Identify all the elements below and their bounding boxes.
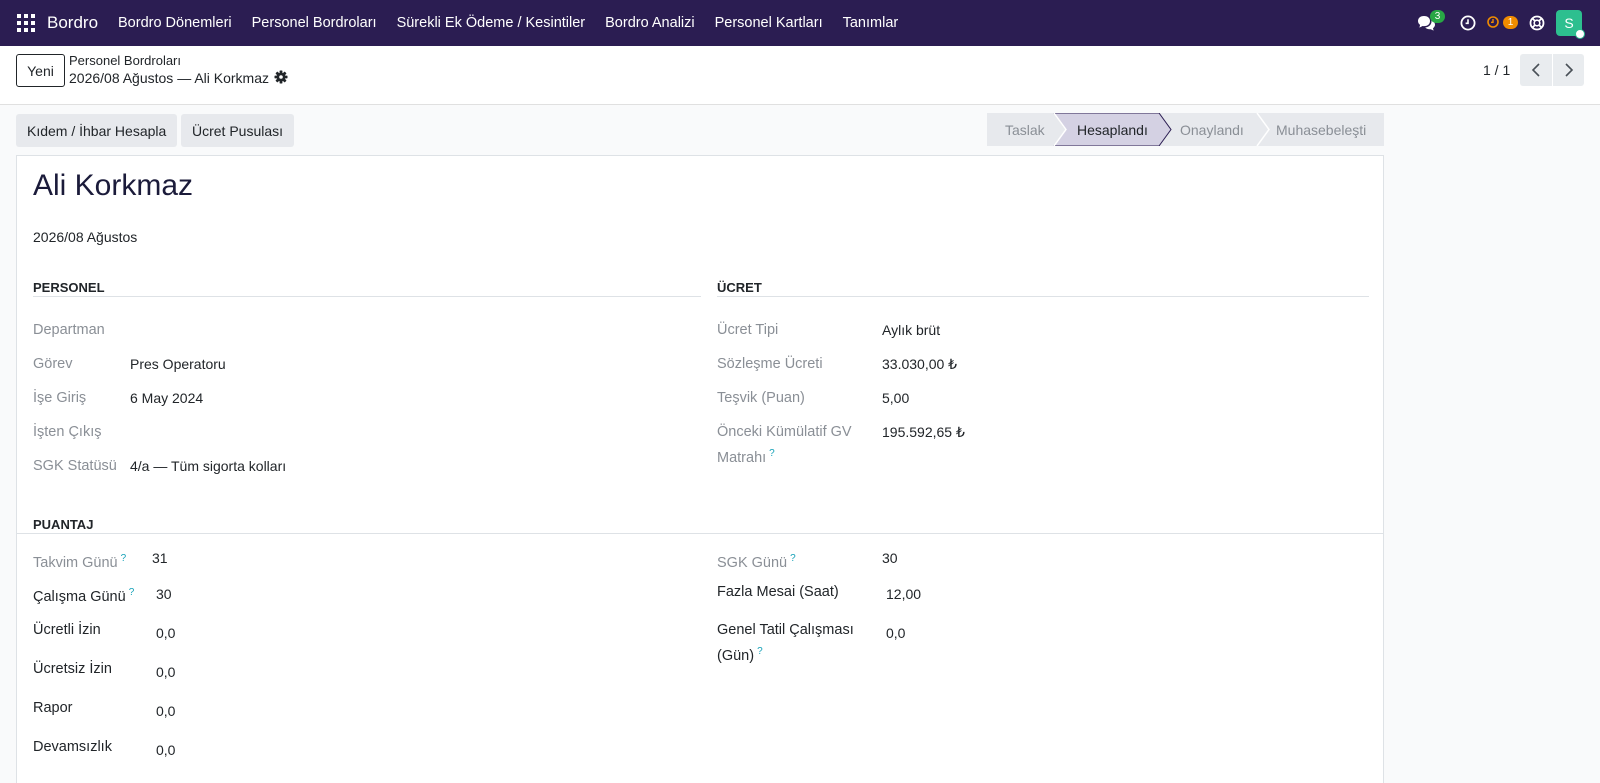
field-value-ucret-tipi[interactable]: Aylık brüt: [882, 320, 940, 341]
help-tooltip-icon[interactable]: ?: [129, 587, 135, 598]
field-label-rapor: Rapor: [33, 700, 73, 716]
field-label-fazla-mesai: Fazla Mesai (Saat): [717, 584, 839, 600]
field-label-text: SGK Günü: [717, 554, 788, 571]
field-label-ucret-tipi: Ücret Tipi: [717, 322, 779, 338]
field-value-takvim-gunu[interactable]: 31: [152, 548, 168, 569]
field-label-sgk-gunu: SGK Günü?: [717, 548, 796, 574]
status-bar: Taslak Hesaplandı Onaylandı Muhasebeleşt…: [987, 113, 1384, 146]
lifebuoy-icon: [1529, 15, 1545, 31]
stage-calculated[interactable]: Hesaplandı: [1077, 113, 1148, 146]
field-label-takvim-gunu: Takvim Günü?: [33, 548, 126, 574]
help-tooltip-icon[interactable]: ?: [757, 646, 763, 657]
gear-icon[interactable]: [274, 70, 288, 84]
avatar-letter: S: [1564, 15, 1574, 31]
menu-item-tanimlar[interactable]: Tanımlar: [833, 15, 909, 31]
field-input-ucretli-izin[interactable]: 0,0: [156, 623, 175, 644]
activities-count-badge: 1: [1503, 16, 1518, 29]
messages-count-badge: 3: [1430, 10, 1445, 23]
field-label-ucretli-izin: Ücretli İzin: [33, 622, 101, 638]
field-label-departman: Departman: [33, 322, 105, 338]
field-label-line2: Matrahı: [717, 449, 767, 466]
breadcrumb-current: 2026/08 Ağustos — Ali Korkmaz: [69, 70, 269, 86]
field-label-line1: Önceki Kümülatif GV: [717, 424, 852, 440]
field-label-text: Takvim Günü: [33, 554, 118, 571]
payslip-button[interactable]: Ücret Pusulası: [181, 114, 295, 147]
stage-posted[interactable]: Muhasebeleşti: [1276, 113, 1366, 146]
field-label-line1: Genel Tatil Çalışması: [717, 622, 854, 638]
activity-icon: [1487, 16, 1499, 28]
section-title-puantaj: PUANTAJ: [33, 517, 94, 532]
field-value-ise-giris[interactable]: 6 May 2024: [130, 388, 203, 409]
field-label-gorev: Görev: [33, 356, 73, 372]
field-label-ise-giris: İşe Giriş: [33, 390, 87, 406]
field-input-ucretsiz-izin[interactable]: 0,0: [156, 662, 175, 683]
field-label-isten-cikis: İşten Çıkış: [33, 424, 102, 440]
user-avatar[interactable]: S: [1556, 10, 1585, 39]
field-input-calisma-gunu[interactable]: 30: [156, 584, 172, 605]
field-value-sgk-statusu[interactable]: 4/a — Tüm sigorta kolları: [130, 456, 286, 477]
support-button[interactable]: [1527, 0, 1547, 46]
field-label-line2: (Gün): [717, 647, 755, 664]
field-label-sozlesme-ucreti: Sözleşme Ücreti: [717, 356, 823, 372]
chevron-left-icon: [1531, 63, 1540, 77]
clock-button[interactable]: [1458, 0, 1478, 46]
pager-value[interactable]: 1 / 1: [1483, 62, 1510, 78]
pager-next-button[interactable]: [1552, 54, 1584, 86]
new-button[interactable]: Yeni: [16, 54, 65, 87]
messages-button[interactable]: 3: [1412, 0, 1445, 46]
field-value-tesvik-puan[interactable]: 5,00: [882, 388, 909, 409]
pager-previous-button[interactable]: [1520, 54, 1552, 86]
user-status-icon: [1575, 29, 1585, 39]
stage-approved[interactable]: Onaylandı: [1180, 113, 1244, 146]
field-input-rapor[interactable]: 0,0: [156, 701, 175, 722]
clock-icon: [1460, 15, 1476, 31]
field-input-genel-tatil[interactable]: 0,0: [886, 623, 905, 644]
field-value-gorev[interactable]: Pres Operatoru: [130, 354, 226, 375]
field-label-text: Çalışma Günü: [33, 588, 126, 605]
breadcrumb-parent[interactable]: Personel Bordroları: [69, 53, 181, 68]
section-divider: [17, 533, 1383, 534]
help-tooltip-icon[interactable]: ?: [790, 553, 796, 564]
section-title-ucret: ÜCRET: [717, 280, 762, 295]
section-divider: [717, 296, 1369, 297]
form-sheet: Ali Korkmaz 2026/08 Ağustos PERSONEL Dep…: [16, 155, 1384, 783]
field-value-onceki-kumulatif-gv[interactable]: 195.592,65 ₺: [882, 422, 965, 443]
field-label-sgk-statusu: SGK Statüsü: [33, 458, 117, 474]
section-divider: [33, 296, 701, 297]
help-tooltip-icon[interactable]: ?: [121, 553, 127, 564]
field-label-ucretsiz-izin: Ücretsiz İzin: [33, 661, 112, 677]
activities-button[interactable]: 1: [1485, 0, 1521, 46]
section-title-personel: PERSONEL: [33, 280, 105, 295]
employee-name[interactable]: Ali Korkmaz: [33, 169, 193, 203]
field-input-fazla-mesai[interactable]: 12,00: [886, 584, 921, 605]
help-tooltip-icon[interactable]: ?: [769, 448, 775, 459]
stage-draft[interactable]: Taslak: [1005, 113, 1045, 146]
field-label-onceki-kumulatif-gv: Önceki Kümülatif GV Matrahı?: [717, 422, 852, 469]
menu-item-bordro-donemleri[interactable]: Bordro Dönemleri: [108, 15, 242, 31]
menu-item-surekli-ek-odeme[interactable]: Sürekli Ek Ödeme / Kesintiler: [387, 15, 596, 31]
field-value-sozlesme-ucreti[interactable]: 33.030,00 ₺: [882, 354, 957, 375]
payroll-period[interactable]: 2026/08 Ağustos: [33, 229, 137, 245]
menu-item-personel-bordrolari[interactable]: Personel Bordroları: [242, 15, 387, 31]
control-panel: Yeni Personel Bordroları 2026/08 Ağustos…: [0, 46, 1600, 105]
field-label-calisma-gunu: Çalışma Günü?: [33, 582, 134, 608]
field-label-devamsizlik: Devamsızlık: [33, 739, 112, 755]
menu-item-personel-kartlari[interactable]: Personel Kartları: [705, 15, 833, 31]
field-value-sgk-gunu[interactable]: 30: [882, 548, 898, 569]
app-brand[interactable]: Bordro: [47, 13, 98, 33]
field-input-devamsizlik[interactable]: 0,0: [156, 740, 175, 761]
top-navbar: Bordro Bordro Dönemleri Personel Bordrol…: [0, 0, 1600, 46]
menu-item-bordro-analizi[interactable]: Bordro Analizi: [595, 15, 704, 31]
apps-menu-icon[interactable]: [17, 14, 35, 32]
chevron-right-icon: [1564, 63, 1573, 77]
main-menu: Bordro Dönemleri Personel Bordroları Sür…: [108, 0, 908, 46]
severance-calc-button[interactable]: Kıdem / İhbar Hesapla: [16, 114, 178, 147]
field-label-genel-tatil: Genel Tatil Çalışması (Gün)?: [717, 620, 854, 667]
field-label-tesvik-puan: Teşvik (Puan): [717, 390, 805, 406]
